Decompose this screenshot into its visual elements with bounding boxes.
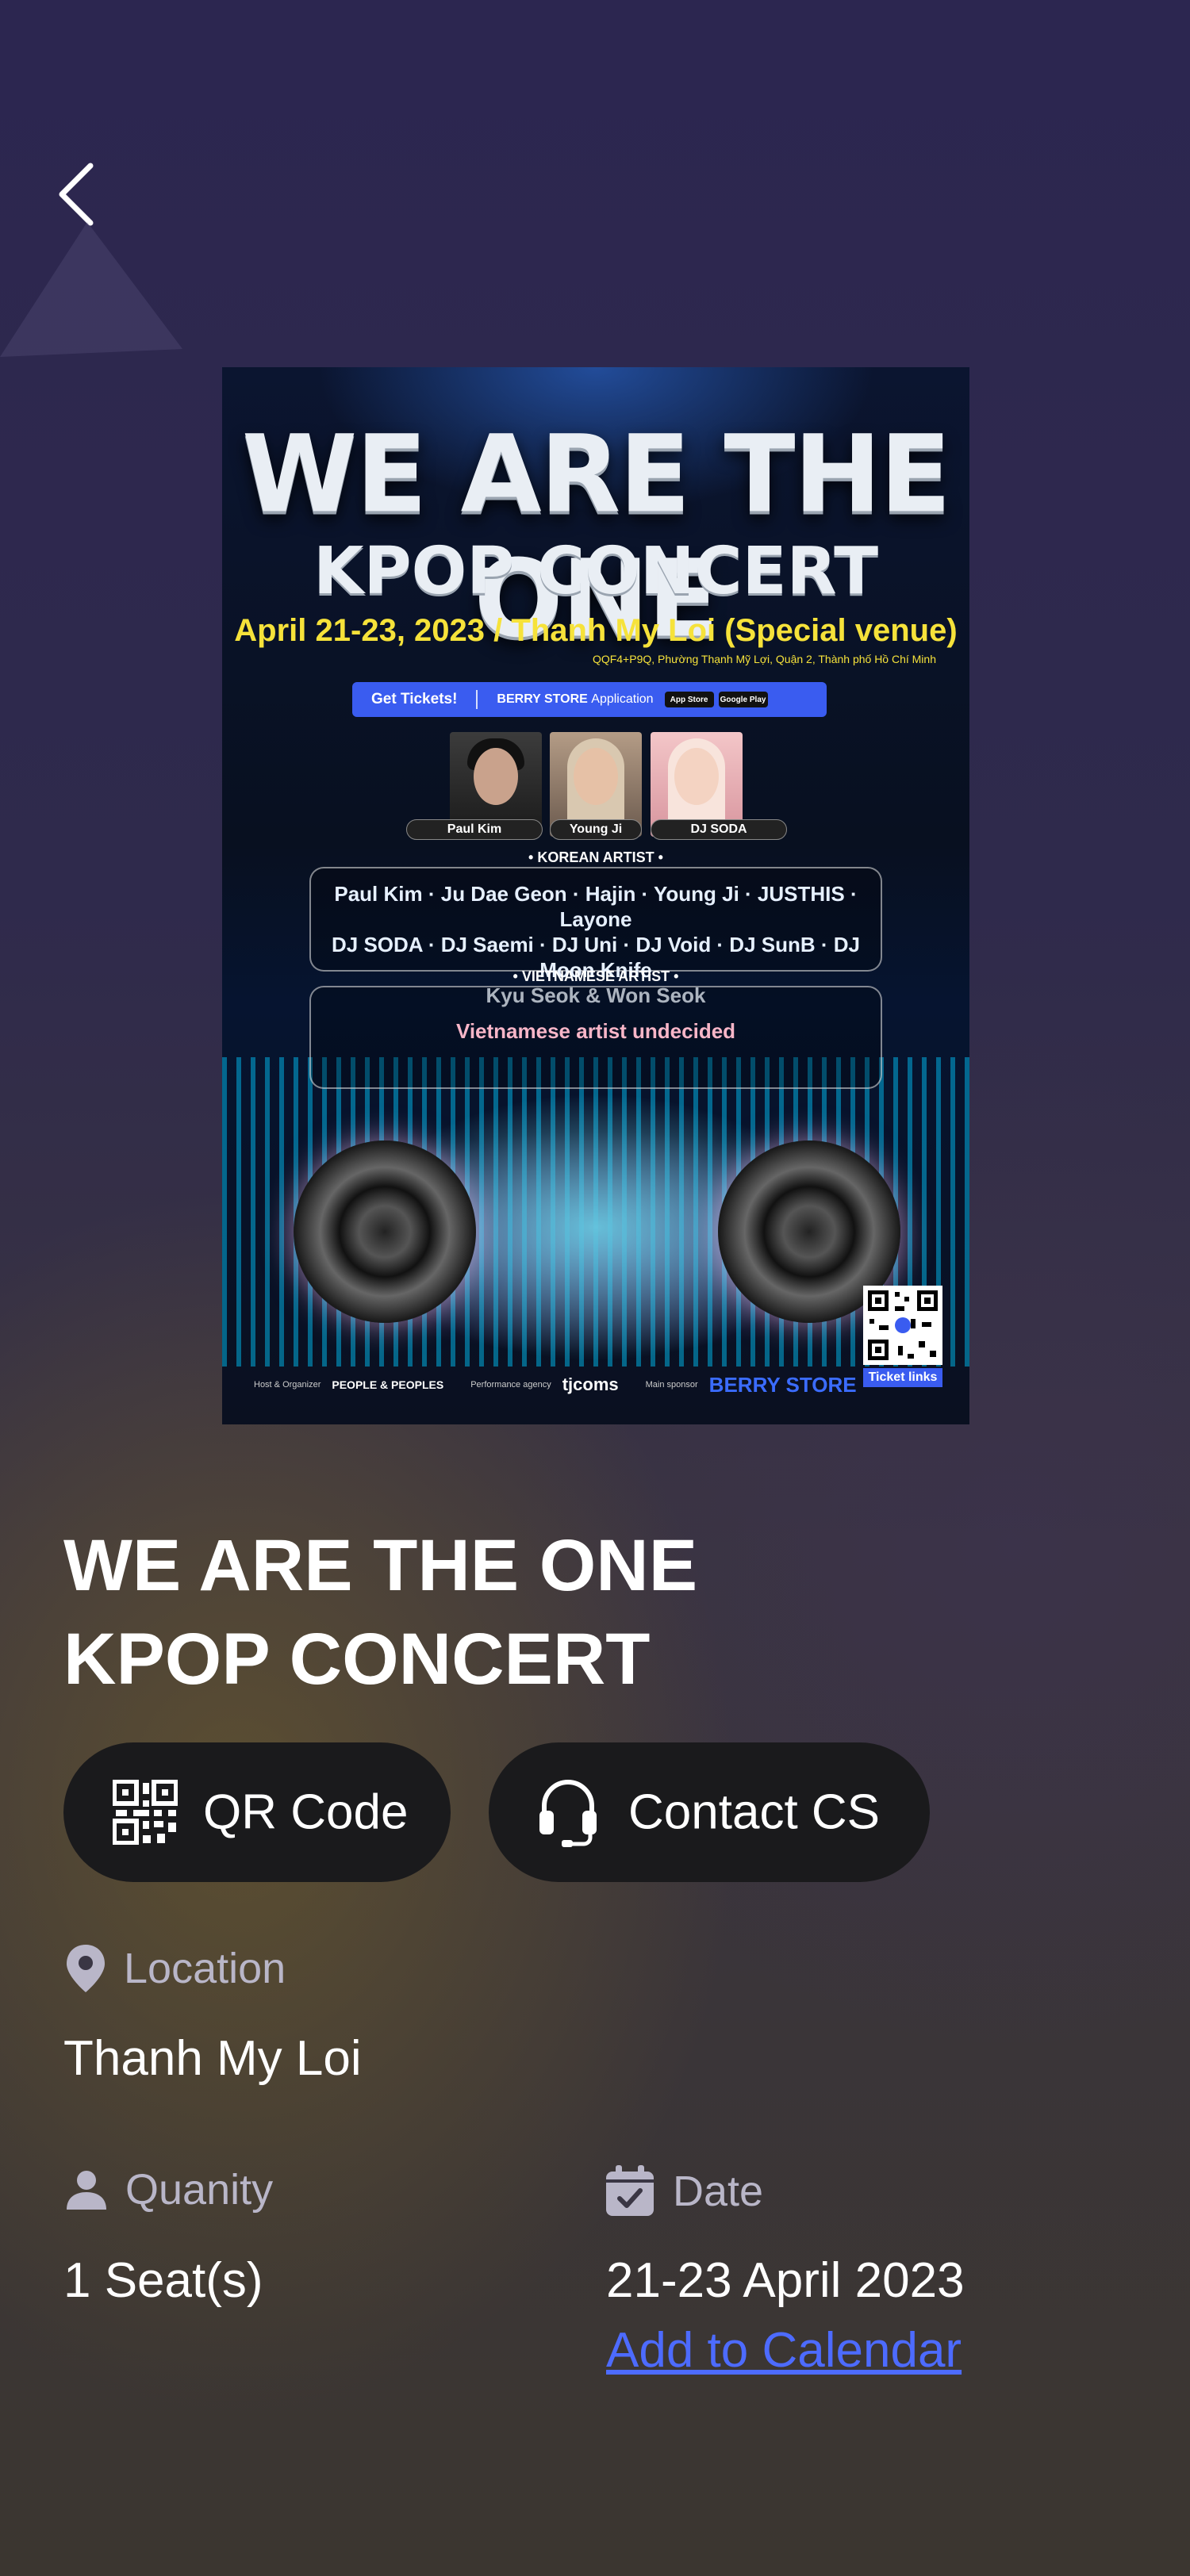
vietnamese-artist-heading: • VIETNAMESE ARTIST • [512,968,679,984]
speaker-left-image [294,1140,476,1323]
contact-cs-label: Contact CS [628,1784,881,1840]
location-pin-icon [67,1945,105,1992]
korean-artist-line: Paul Kim · Ju Dae Geon · Hajin · Young J… [334,882,858,931]
artist-tag: Young Ji [550,819,642,840]
event-title-line1: WE ARE THE ONE [63,1525,698,1606]
location-value: Thanh My Loi [63,2031,362,2086]
event-detail-screen: WE ARE THE ONE KPOP CONCERT April 21-23,… [0,0,1190,2576]
decorative-triangle [0,222,182,357]
quantity-label-text: Quanity [125,2166,274,2214]
poster-date-venue: April 21-23, 2023 / Thanh My Loi (Specia… [234,613,958,648]
location-label-text: Location [124,1945,286,1992]
artist-tag: Paul Kim [406,819,543,840]
qr-icon [868,1290,938,1360]
date-value: 21-23 April 2023 [606,2253,965,2308]
event-title: WE ARE THE ONE KPOP CONCERT [63,1519,1095,1706]
korean-artist-heading: • KOREAN ARTIST • [528,849,663,865]
sponsor-logo: BERRY STORE [708,1372,857,1397]
contact-cs-button[interactable]: Contact CS [489,1742,930,1882]
artist-tag: DJ SODA [651,819,787,840]
poster-store-suffix: Application [591,692,654,706]
store-badges: App Store Google Play [664,692,768,707]
add-to-calendar-link[interactable]: Add to Calendar [606,2322,962,2379]
location-label: Location [65,1943,286,1994]
calendar-check-icon [606,2165,654,2216]
poster-tickets-banner: Get Tickets! BERRY STORE Application App… [352,682,827,717]
google-play-badge: Google Play [718,692,768,707]
app-store-badge: App Store [664,692,714,707]
poster-store-label: BERRY STORE Application [497,692,653,707]
vietnamese-artist-box: Vietnamese artist undecided [309,986,882,1089]
poster-title-line2: KPOP CONCERT [313,534,879,609]
perf-label: Performance agency [470,1380,551,1390]
qr-code-label: QR Code [203,1784,409,1840]
qr-code-button[interactable]: QR Code [63,1742,451,1882]
host-logo: PEOPLE & PEOPLES [332,1378,444,1391]
poster-footer: Host & Organizer PEOPLE & PEOPLES Perfor… [254,1365,936,1405]
korean-artist-box: Paul Kim · Ju Dae Geon · Hajin · Young J… [309,867,882,1007]
headset-icon [539,1780,597,1847]
sponsor-label: Main sponsor [645,1380,698,1390]
date-label: Date [605,2165,763,2218]
vietnamese-artist-text: Vietnamese artist undecided [455,1019,736,1043]
qr-code-image [863,1286,942,1365]
event-poster: WE ARE THE ONE KPOP CONCERT April 21-23,… [222,367,969,1424]
poster-tickets-label: Get Tickets! [371,691,458,707]
host-label: Host & Organizer [254,1380,321,1390]
quantity-value: 1 Seat(s) [63,2253,263,2308]
poster-store-name: BERRY STORE [497,692,588,706]
perf-logo: tjcoms [562,1374,619,1394]
person-icon [67,2171,106,2210]
quantity-label: Quanity [65,2165,273,2214]
event-title-line2: KPOP CONCERT [63,1619,651,1700]
qr-code-icon [113,1780,178,1845]
date-label-text: Date [673,2168,764,2215]
poster-address: QQF4+P9Q, Phường Thạnh Mỹ Lợi, Quận 2, T… [592,653,936,665]
divider [476,690,478,709]
